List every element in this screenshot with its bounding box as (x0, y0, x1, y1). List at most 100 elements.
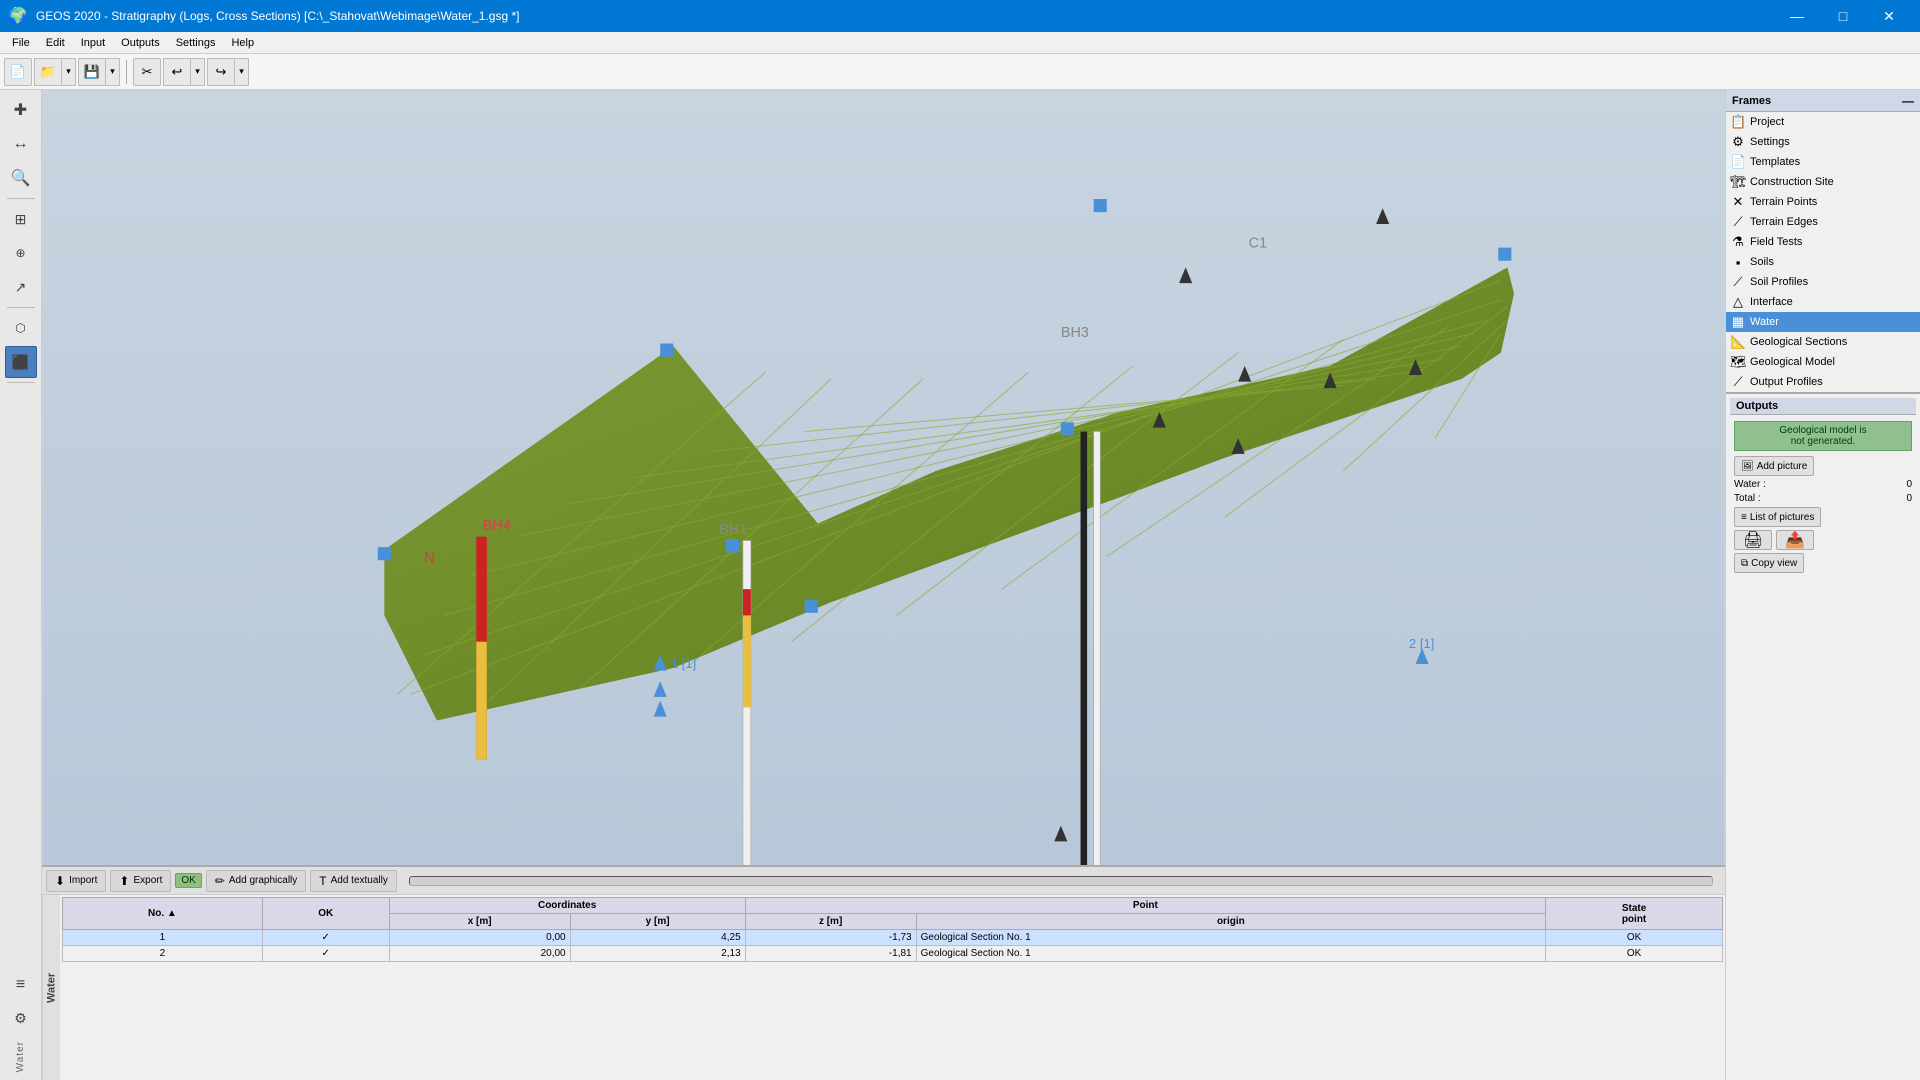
interface-tree-label: Interface (1750, 296, 1916, 308)
save-dropdown[interactable]: 💾 ▾ (78, 58, 120, 86)
tree-item-soil-profiles[interactable]: ⟋Soil Profiles (1726, 272, 1920, 292)
add-graphically-button[interactable]: ✏ Add graphically (206, 870, 306, 892)
horizontal-scrollbar[interactable] (409, 876, 1713, 886)
terrain-points-tree-icon: ✕ (1730, 194, 1746, 210)
project-tree-icon: 📋 (1730, 114, 1746, 130)
table-cell: -1,73 (745, 930, 916, 946)
geological-model-tree-icon: 🗺 (1730, 354, 1746, 370)
menu-settings[interactable]: Settings (168, 35, 224, 51)
total-count-value: 0 (1906, 493, 1912, 504)
redo-dropdown[interactable]: ↪ ▾ (207, 58, 249, 86)
pan-tool-btn[interactable]: ↔ (5, 128, 37, 160)
close-button[interactable]: ✕ (1866, 0, 1912, 32)
water-table-area[interactable]: No. ▲ OK Coordinates Point Statepoint x … (60, 895, 1725, 1080)
pencil-icon: ✏ (215, 874, 225, 888)
col-x-header[interactable]: x [m] (389, 914, 570, 930)
collapse-frames-button[interactable]: — (1902, 94, 1914, 108)
col-no-header[interactable]: No. ▲ (63, 898, 263, 930)
tree-item-output-profiles[interactable]: ⟋Output Profiles (1726, 372, 1920, 392)
import-button[interactable]: ⬇ Import (46, 870, 106, 892)
minimize-button[interactable]: — (1774, 0, 1820, 32)
tree-item-terrain-edges[interactable]: ⟋Terrain Edges (1726, 212, 1920, 232)
print-button[interactable]: 🖨 (1734, 530, 1772, 550)
menu-input[interactable]: Input (73, 35, 113, 51)
field-tests-tree-label: Field Tests (1750, 236, 1916, 248)
frames-title: Frames (1732, 95, 1771, 107)
new-button[interactable]: 📄 (4, 58, 32, 86)
titlebar-left: 🌍 GEOS 2020 - Stratigraphy (Logs, Cross … (8, 6, 519, 26)
menu-edit[interactable]: Edit (38, 35, 73, 51)
add-graphically-label: Add graphically (229, 875, 297, 886)
data-table: No. ▲ OK Coordinates Point Statepoint x … (62, 897, 1723, 962)
scissors-button[interactable]: ✂ (133, 58, 161, 86)
col-y-header[interactable]: y [m] (570, 914, 745, 930)
add-picture-button[interactable]: 🖼 Add picture (1734, 456, 1814, 476)
3d-box-btn[interactable]: ⬛ (5, 346, 37, 378)
menu-file[interactable]: File (4, 35, 38, 51)
svg-text:BH1: BH1 (719, 522, 747, 538)
print-buttons-row: 🖨 📤 (1734, 530, 1912, 550)
import-icon: ⬇ (55, 874, 65, 888)
tree-item-templates[interactable]: 📄Templates (1726, 152, 1920, 172)
zoom-tool-btn[interactable]: 🔍 (5, 162, 37, 194)
print2-button[interactable]: 📤 (1776, 530, 1814, 550)
table-cell: 20,00 (389, 946, 570, 962)
table-btn[interactable]: ≡ (5, 969, 37, 1001)
add-textually-button[interactable]: T Add textually (310, 870, 397, 892)
ok-badge: OK (175, 873, 201, 888)
geological-sections-tree-icon: 📐 (1730, 334, 1746, 350)
copy-view-button[interactable]: ⧉ Copy view (1734, 553, 1804, 573)
col-ok-header[interactable]: OK (262, 898, 389, 930)
table-row[interactable]: 2✓20,002,13-1,81Geological Section No. 1… (63, 946, 1723, 962)
menu-outputs[interactable]: Outputs (113, 35, 168, 51)
settings-tree-icon: ⚙ (1730, 134, 1746, 150)
water-count-label: Water : (1734, 479, 1766, 490)
tree-item-project[interactable]: 📋 Project (1726, 112, 1920, 132)
soil-profiles-tree-label: Soil Profiles (1750, 276, 1916, 288)
col-state-header: Statepoint (1546, 898, 1723, 930)
toolbar-separator-1 (126, 60, 127, 84)
left-toolbar: ✚ ↔ 🔍 ⊞ ⊕ ↗ ⬡ ⬛ ≡ ⚙ Water (0, 90, 42, 1080)
shape-btn[interactable]: ⬡ (5, 312, 37, 344)
tree-item-construction-site[interactable]: 🏗Construction Site (1726, 172, 1920, 192)
add-point-btn[interactable]: ⊕ (5, 237, 37, 269)
total-count-label: Total : (1734, 493, 1761, 504)
undo-dropdown[interactable]: ↩ ▾ (163, 58, 205, 86)
tree-item-field-tests[interactable]: ⚗Field Tests (1726, 232, 1920, 252)
svg-text:BH3: BH3 (1061, 325, 1089, 341)
move-tool-btn[interactable]: ✚ (5, 94, 37, 126)
geo-model-badge: Geological model is not generated. (1734, 421, 1912, 451)
tree-item-soils[interactable]: ▪Soils (1726, 252, 1920, 272)
svg-text:2 [1]: 2 [1] (1409, 636, 1435, 651)
select-area-btn[interactable]: ⊞ (5, 203, 37, 235)
tree-item-settings[interactable]: ⚙Settings (1726, 132, 1920, 152)
bottom-panel: ⬇ Import ⬆ Export OK ✏ Add graphically T… (42, 865, 1725, 1080)
frames-tree: 📋 Project ⚙Settings📄Templates🏗Construction… (1726, 112, 1920, 392)
main-layout: ✚ ↔ 🔍 ⊞ ⊕ ↗ ⬡ ⬛ ≡ ⚙ Water (0, 90, 1920, 1080)
open-dropdown[interactable]: 📁 ▾ (34, 58, 76, 86)
table-row[interactable]: 1✓0,004,25-1,73Geological Section No. 1O… (63, 930, 1723, 946)
svg-text:N: N (424, 550, 435, 567)
export-button[interactable]: ⬆ Export (110, 870, 171, 892)
maximize-button[interactable]: □ (1820, 0, 1866, 32)
main-toolbar: 📄 📁 ▾ 💾 ▾ ✂ ↩ ▾ ↪ ▾ (0, 54, 1920, 90)
tree-item-interface[interactable]: △Interface (1726, 292, 1920, 312)
list-pictures-button[interactable]: ≡ List of pictures (1734, 507, 1821, 527)
tree-item-water[interactable]: ▦Water (1726, 312, 1920, 332)
settings-btn[interactable]: ⚙ (5, 1003, 37, 1035)
table-cell: OK (1546, 930, 1723, 946)
project-tree-label: Project (1750, 116, 1916, 128)
col-origin-header[interactable]: origin (916, 914, 1545, 930)
col-z-header[interactable]: z [m] (745, 914, 916, 930)
water-count-value: 0 (1906, 479, 1912, 490)
output-profiles-tree-label: Output Profiles (1750, 376, 1916, 388)
terrain-points-tree-label: Terrain Points (1750, 196, 1916, 208)
3d-viewport[interactable]: BH4 BH1 N BH3 C1 (42, 90, 1725, 865)
3d-scene-svg: BH4 BH1 N BH3 C1 (42, 90, 1725, 865)
menu-help[interactable]: Help (223, 35, 262, 51)
arrow-btn[interactable]: ↗ (5, 271, 37, 303)
text-icon: T (319, 874, 326, 888)
tree-item-geological-model[interactable]: 🗺Geological Model (1726, 352, 1920, 372)
tree-item-terrain-points[interactable]: ✕ Terrain Points (1726, 192, 1920, 212)
tree-item-geological-sections[interactable]: 📐Geological Sections (1726, 332, 1920, 352)
